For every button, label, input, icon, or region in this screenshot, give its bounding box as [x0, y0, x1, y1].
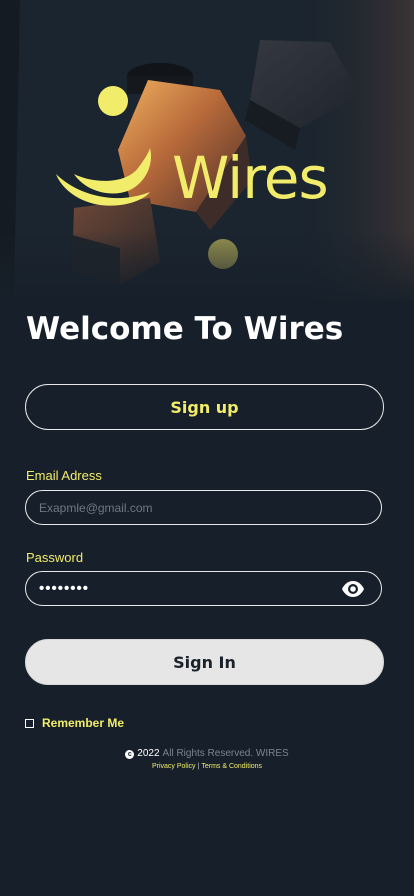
- footer-link-separator: |: [197, 763, 200, 770]
- copyright-line: c 2022 All Rights Reserved. WIRES: [0, 747, 414, 761]
- footer-links: Privacy Policy | Terms & Conditions: [0, 761, 414, 773]
- copyright-year: 2022: [137, 748, 160, 759]
- privacy-policy-link[interactable]: Privacy Policy: [152, 763, 196, 770]
- password-input[interactable]: [39, 580, 368, 597]
- terms-link[interactable]: Terms & Conditions: [201, 763, 262, 770]
- signup-button[interactable]: Sign up: [25, 384, 384, 430]
- remember-me-checkbox[interactable]: [25, 718, 34, 728]
- password-label: Password: [26, 550, 84, 565]
- remember-me-label: Remember Me: [42, 716, 125, 730]
- page-title: Welcome To Wires: [26, 311, 344, 347]
- copyright-icon: c: [125, 749, 135, 759]
- email-input[interactable]: [39, 500, 368, 515]
- signup-button-label: Sign up: [170, 397, 239, 417]
- signin-button[interactable]: Sign In: [25, 639, 384, 685]
- remember-me-toggle[interactable]: Remember Me: [25, 716, 124, 730]
- eye-icon[interactable]: [341, 580, 365, 598]
- wires-logo-icon: [56, 86, 152, 206]
- footer: c 2022 All Rights Reserved. WIRES Privac…: [0, 747, 414, 773]
- email-field-container: [25, 490, 382, 525]
- hero-banner: Wires: [0, 0, 414, 300]
- email-label: Email Adress: [26, 468, 102, 483]
- signin-button-label: Sign In: [173, 652, 236, 672]
- copyright-text: All Rights Reserved. WIRES: [162, 748, 289, 759]
- hero-fade: [0, 230, 414, 300]
- login-screen: Wires Welcome To Wires Sign up Email Adr…: [0, 0, 414, 896]
- brand-name: Wires: [172, 144, 329, 212]
- password-field-container: [25, 571, 382, 606]
